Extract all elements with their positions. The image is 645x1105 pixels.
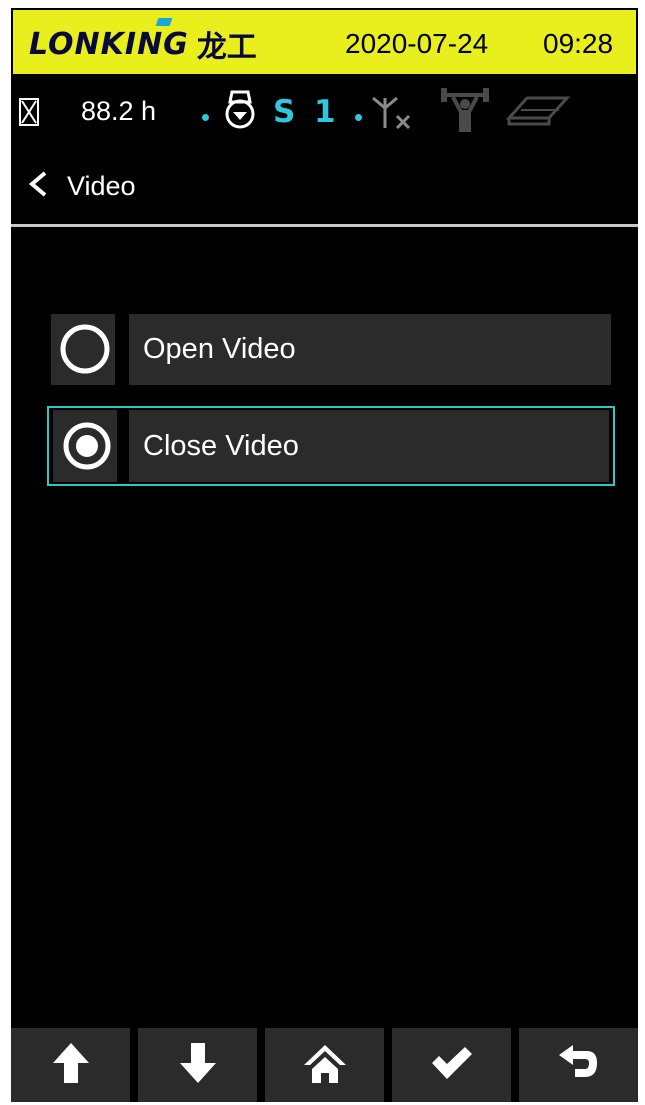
option-close-video[interactable]: Close Video <box>47 406 615 486</box>
date-display: 2020-07-24 <box>345 28 489 59</box>
option-label-box[interactable]: Open Video <box>129 314 611 385</box>
machine-display-screen: LONKING 龙工 2020-07-24 09:28 88.2 h S 1 V… <box>11 8 638 1102</box>
back-button[interactable]: Video <box>27 166 136 206</box>
option-label-box[interactable]: Close Video <box>129 410 609 482</box>
arrow-down-icon <box>178 1041 218 1089</box>
nav-down-button[interactable] <box>138 1028 257 1102</box>
status-row: 88.2 h S 1 <box>11 84 638 140</box>
top-bar: LONKING 龙工 2020-07-24 09:28 <box>11 8 638 76</box>
check-icon <box>429 1045 475 1085</box>
time-display: 09:28 <box>543 28 614 59</box>
status-dot <box>355 114 362 121</box>
bucket-icon <box>220 88 260 136</box>
return-icon <box>557 1043 601 1087</box>
option-label: Open Video <box>143 333 296 365</box>
hourglass-icon <box>19 98 39 130</box>
status-dot <box>202 114 209 121</box>
brand-latin-text: LONKING <box>29 26 189 62</box>
nav-return-button[interactable] <box>519 1028 638 1102</box>
nav-confirm-button[interactable] <box>392 1028 511 1102</box>
operating-hours: 88.2 h <box>81 96 157 126</box>
home-icon <box>300 1041 350 1089</box>
header-divider <box>11 224 638 227</box>
chevron-left-icon <box>27 170 49 202</box>
bottom-nav <box>11 1028 638 1102</box>
brand-chinese-text: 龙工 <box>196 30 257 65</box>
lift-icon <box>439 86 491 140</box>
page-title: Video <box>67 170 136 201</box>
page-header: Video <box>11 150 638 224</box>
book-icon <box>503 94 573 132</box>
antenna-no-signal-icon <box>369 94 419 138</box>
nav-home-button[interactable] <box>265 1028 384 1102</box>
option-open-video[interactable]: Open Video <box>47 314 615 385</box>
brand-accent-mark <box>155 18 173 26</box>
gear-mode-letter: S <box>273 94 296 130</box>
radio-button-open-video[interactable] <box>51 314 115 385</box>
radio-button-close-video[interactable] <box>53 410 117 482</box>
option-label: Close Video <box>143 429 299 462</box>
arrow-up-icon <box>51 1041 91 1089</box>
brand-logo: LONKING 龙工 <box>29 18 257 65</box>
nav-up-button[interactable] <box>11 1028 130 1102</box>
gear-number: 1 <box>314 94 336 130</box>
